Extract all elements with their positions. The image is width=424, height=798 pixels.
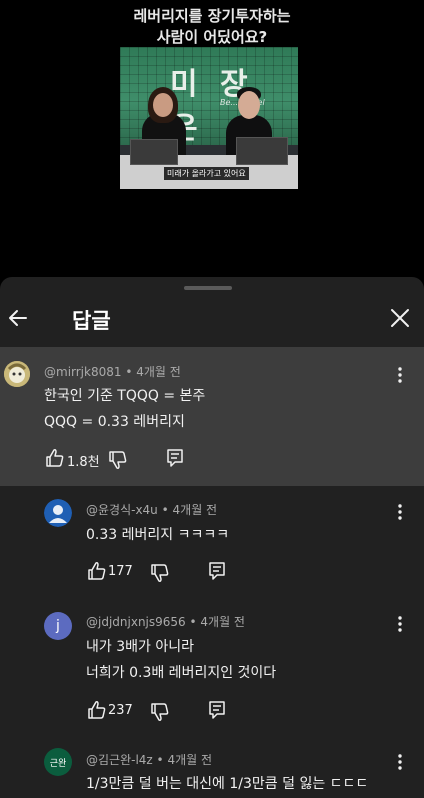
parent-comment: @mirrjk8081 • 4개월 전 한국인 기준 TQQQ = 본주 QQQ… <box>0 347 424 486</box>
back-button[interactable] <box>4 304 32 332</box>
avatar-initial: 근완 <box>49 758 67 769</box>
comment-text-line-1: 내가 3배가 아니라 <box>86 639 194 655</box>
like-button[interactable] <box>86 560 108 582</box>
thumb-down-icon <box>109 451 127 469</box>
reply-button[interactable] <box>206 560 228 582</box>
comment-icon <box>167 449 183 467</box>
reply-comment: j @jdjdnjxnjs9656 • 4개월 전 내가 3배가 아니라 너희가… <box>0 603 424 743</box>
like-count: 1.8천 <box>67 455 100 470</box>
like-button[interactable] <box>86 699 108 721</box>
arrow-left-icon <box>9 310 27 326</box>
comment-text-line-1: 1/3만큼 덜 버는 대신에 1/3만큼 덜 잃는 ㄷㄷㄷ <box>86 776 369 792</box>
replies-sheet: 답글 @mirrjk8081 • 4개월 전 한국인 기준 TQQQ = 본주 … <box>0 277 424 798</box>
more-vert-icon <box>398 367 402 383</box>
reply-comment: 근완 @김근완-l4z • 4개월 전 1/3만큼 덜 버는 대신에 1/3만큼… <box>0 743 424 798</box>
video-player[interactable]: 레버리지를 장기투자하는 사람이 어딨어요? 미 장 은 Be...ful Fi… <box>0 0 424 277</box>
laptop-left <box>130 139 178 165</box>
avatar-initial: j <box>56 618 60 634</box>
comment-menu-button[interactable] <box>392 613 408 635</box>
comment-text-line-1: 한국인 기준 TQQQ = 본주 <box>44 388 206 404</box>
video-frame: 미 장 은 Be...ful Fiel 미래가 올라가고 있어요 <box>120 47 298 189</box>
comment-author[interactable]: @jdjdnjxnjs9656 <box>86 615 186 629</box>
drag-handle[interactable] <box>184 286 232 290</box>
video-caption-line-1: 레버리지를 장기투자하는 <box>133 7 291 25</box>
comment-time: 4개월 전 <box>136 365 181 379</box>
reply-button[interactable] <box>164 447 186 469</box>
reply-button[interactable] <box>206 699 228 721</box>
comment-menu-button[interactable] <box>392 751 408 773</box>
comment-menu-button[interactable] <box>392 364 408 386</box>
sheet-header: 답글 <box>0 291 424 347</box>
thumb-down-icon <box>151 703 169 721</box>
laptop-right <box>236 137 288 165</box>
like-button[interactable] <box>44 447 66 469</box>
avatar[interactable]: 근완 <box>44 748 72 776</box>
avatar-image <box>4 361 30 387</box>
video-caption-line-2: 사람이 어딨어요? <box>156 28 268 46</box>
host-right-face <box>238 91 260 119</box>
thumb-up-icon <box>88 701 106 719</box>
sheet-title: 답글 <box>72 309 111 333</box>
comment-menu-button[interactable] <box>392 501 408 523</box>
comment-text-line-1: 0.33 레버리지 ㅋㅋㅋㅋ <box>86 527 230 543</box>
comment-meta: @mirrjk8081 • 4개월 전 <box>44 365 181 379</box>
comment-time: 4개월 전 <box>167 753 213 767</box>
more-vert-icon <box>398 616 402 632</box>
comment-meta: @김근완-l4z • 4개월 전 <box>86 753 213 767</box>
dislike-button[interactable] <box>149 701 171 723</box>
thumb-down-icon <box>151 564 169 582</box>
dislike-button[interactable] <box>149 562 171 584</box>
comment-author[interactable]: @김근완-l4z <box>86 753 153 767</box>
video-caption: 레버리지를 장기투자하는 사람이 어딨어요? <box>0 6 424 48</box>
more-vert-icon <box>398 754 402 770</box>
comment-meta: @윤경식-x4u • 4개월 전 <box>86 503 218 517</box>
avatar[interactable] <box>44 499 72 527</box>
comment-time: 4개월 전 <box>172 503 218 517</box>
comment-icon <box>209 562 225 580</box>
comment-author[interactable]: @mirrjk8081 <box>44 365 122 379</box>
avatar[interactable] <box>4 361 30 387</box>
close-button[interactable] <box>386 304 414 332</box>
reply-comment: @윤경식-x4u • 4개월 전 0.33 레버리지 ㅋㅋㅋㅋ 177 <box>0 491 424 603</box>
comment-icon <box>209 701 225 719</box>
like-count: 237 <box>108 703 133 718</box>
comment-author[interactable]: @윤경식-x4u <box>86 503 158 517</box>
like-count: 177 <box>108 564 133 579</box>
person-icon <box>44 499 72 527</box>
more-vert-icon <box>398 504 402 520</box>
comment-text-line-2: 너희가 0.3배 레버리지인 것이다 <box>86 665 277 681</box>
dislike-button[interactable] <box>107 449 129 471</box>
comment-time: 4개월 전 <box>200 615 245 629</box>
comment-meta: @jdjdnjxnjs9656 • 4개월 전 <box>86 615 245 629</box>
video-subtitle: 미래가 올라가고 있어요 <box>164 167 249 180</box>
host-left-face <box>153 93 173 117</box>
thumb-up-icon <box>46 449 64 467</box>
close-icon <box>391 309 409 327</box>
avatar[interactable]: j <box>44 612 72 640</box>
thumb-up-icon <box>88 562 106 580</box>
comment-text-line-2: QQQ = 0.33 레버리지 <box>44 414 185 430</box>
